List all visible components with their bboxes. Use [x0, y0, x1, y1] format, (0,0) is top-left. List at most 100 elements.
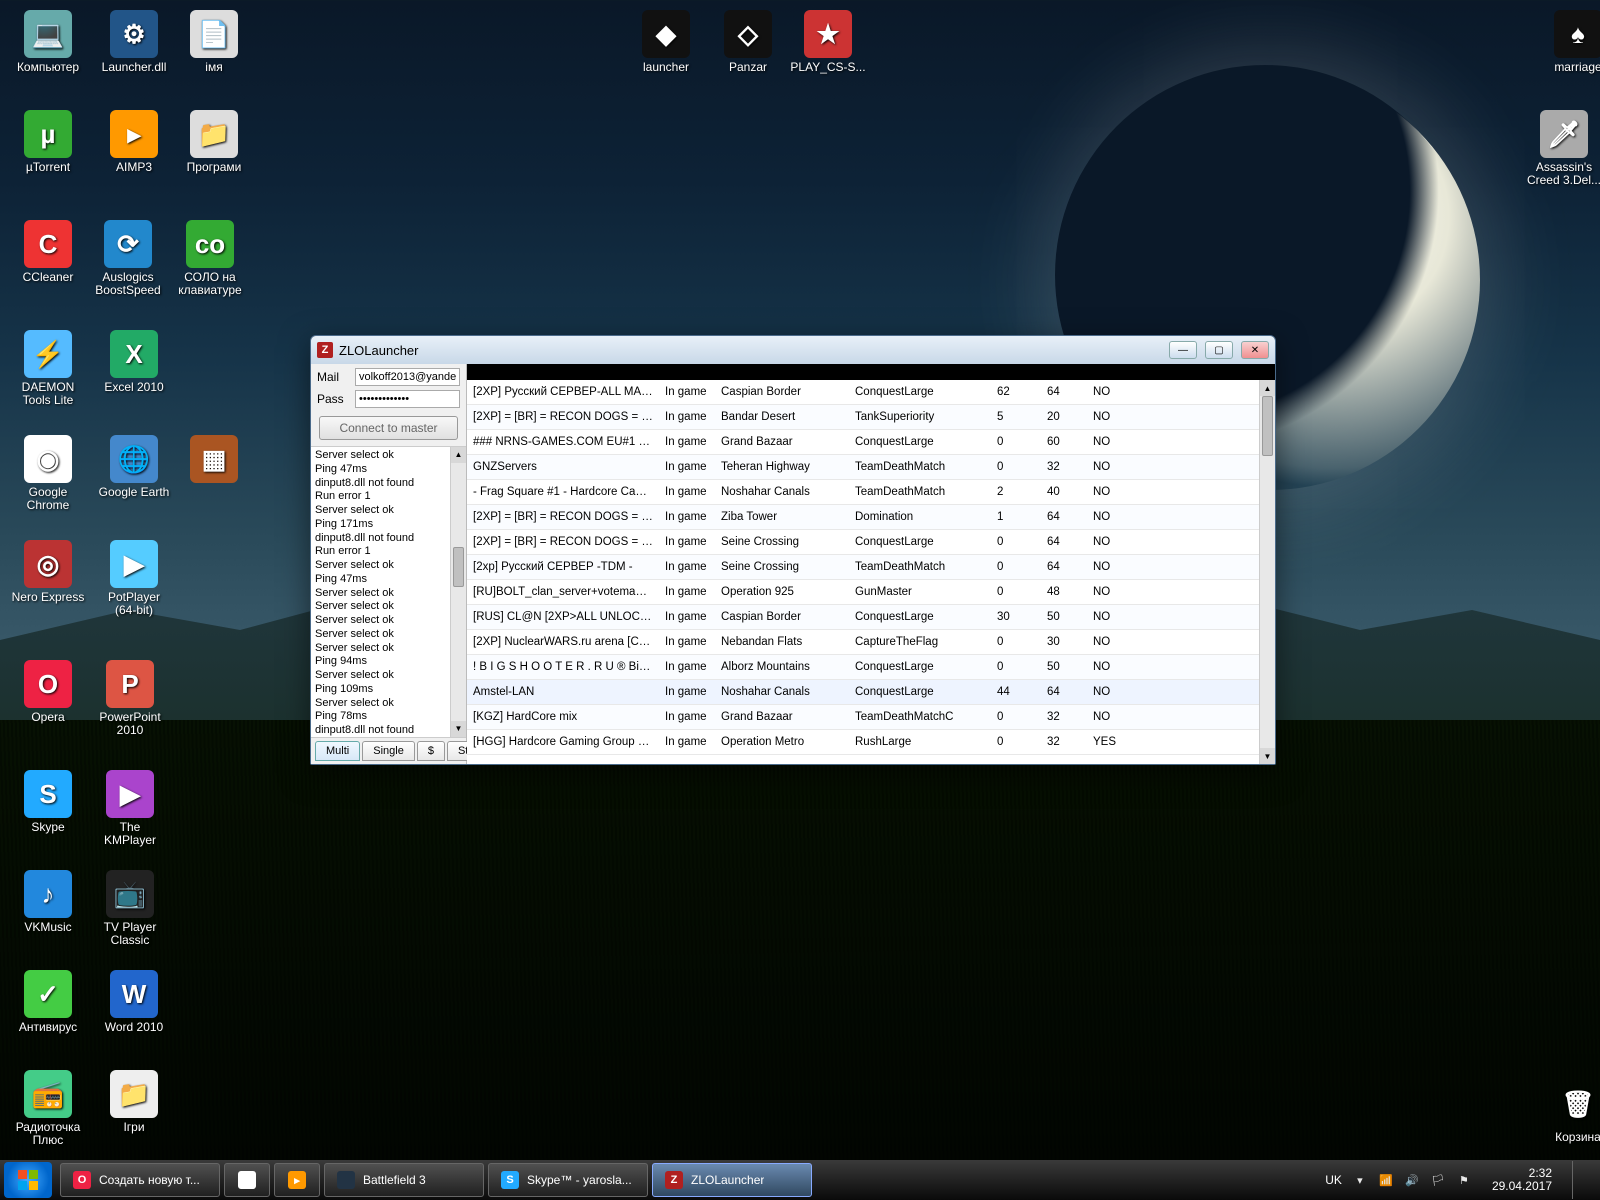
scroll-down-icon[interactable]: ▼: [1260, 748, 1275, 764]
desktop-icon[interactable]: ✓Антивирус: [10, 970, 86, 1034]
taskbar-label: Battlefield 3: [363, 1173, 426, 1187]
close-button[interactable]: ✕: [1241, 341, 1269, 359]
scroll-thumb[interactable]: [453, 547, 464, 587]
mail-label: Mail: [317, 370, 349, 384]
taskbar-button[interactable]: ◉: [224, 1163, 270, 1197]
clock[interactable]: 2:32 29.04.2017: [1482, 1167, 1558, 1193]
desktop-icon[interactable]: ▶PotPlayer (64-bit): [96, 540, 172, 617]
log-pane[interactable]: Server select okPing 47msdinput8.dll not…: [311, 446, 466, 738]
desktop-icon[interactable]: ◎Nero Express: [10, 540, 86, 604]
server-row[interactable]: [RU]BOLT_clan_server+votemap+voteIn game…: [467, 580, 1275, 605]
minimize-button[interactable]: —: [1169, 341, 1197, 359]
desktop-icon[interactable]: ◇Panzar: [710, 10, 786, 74]
tray-icon[interactable]: ▾: [1352, 1172, 1368, 1188]
desktop-icon[interactable]: XExcel 2010: [96, 330, 172, 394]
icon-label: marriage: [1540, 61, 1600, 74]
scroll-down-icon[interactable]: ▼: [451, 721, 466, 737]
server-row[interactable]: [2XP] = [BR] = RECON DOGS = SPTZ :In gam…: [467, 405, 1275, 430]
pass-input[interactable]: [355, 390, 460, 408]
server-row[interactable]: [KGZ] HardCore mixIn gameGrand BazaarTea…: [467, 705, 1275, 730]
app-icon: ▶: [110, 540, 158, 588]
server-row[interactable]: - Frag Square #1 - Hardcore Canals TDIn …: [467, 480, 1275, 505]
taskbar-button[interactable]: OСоздать новую т...: [60, 1163, 220, 1197]
tab-dollar[interactable]: $: [417, 741, 445, 761]
app-icon: ◆: [642, 10, 690, 58]
icon-label: Panzar: [710, 61, 786, 74]
taskbar-button[interactable]: SSkype™ - yarosla...: [488, 1163, 648, 1197]
grid-scrollbar[interactable]: ▲ ▼: [1259, 380, 1275, 764]
action-center-icon[interactable]: ⚑: [1456, 1172, 1472, 1188]
desktop-icon[interactable]: 🗡Assassin's Creed 3.Del...: [1526, 110, 1600, 187]
desktop-icon[interactable]: соСОЛО на клавиатуре: [172, 220, 248, 297]
maximize-button[interactable]: ▢: [1205, 341, 1233, 359]
grid-body[interactable]: [2XP] Русский СЕРВЕР-ALL MAPS-In gameCas…: [467, 380, 1275, 764]
taskbar-button[interactable]: ▸: [274, 1163, 320, 1197]
server-row[interactable]: ! B I G S H O O T E R . R U ® Big ConquI…: [467, 655, 1275, 680]
desktop-icon[interactable]: SSkype: [10, 770, 86, 834]
server-row[interactable]: [HGG] Hardcore Gaming Group - Rush/AIn g…: [467, 730, 1275, 755]
desktop-icon[interactable]: 🌐Google Earth: [96, 435, 172, 499]
show-desktop-button[interactable]: [1572, 1161, 1586, 1199]
desktop-icon[interactable]: 💻Компьютер: [10, 10, 86, 74]
server-row[interactable]: GNZServersIn gameTeheran HighwayTeamDeat…: [467, 455, 1275, 480]
taskbar-label: ZLOLauncher: [691, 1173, 764, 1187]
server-row[interactable]: [2XP] NuclearWARS.ru arena [CTF|HAIn gam…: [467, 630, 1275, 655]
desktop-icon[interactable]: 📄iмя: [176, 10, 252, 74]
desktop-icon[interactable]: 🗑Корзина: [1540, 1080, 1600, 1144]
grid-header[interactable]: [467, 364, 1275, 380]
server-row[interactable]: [2XP] = [BR] = RECON DOGS = SPTZ :In gam…: [467, 505, 1275, 530]
desktop-icon[interactable]: ♪VKMusic: [10, 870, 86, 934]
scroll-thumb[interactable]: [1262, 396, 1273, 456]
scroll-up-icon[interactable]: ▲: [451, 447, 466, 463]
desktop-icon[interactable]: WWord 2010: [96, 970, 172, 1034]
desktop-icon[interactable]: µµTorrent: [10, 110, 86, 174]
flag-icon[interactable]: 🏳: [1430, 1172, 1446, 1188]
log-scrollbar[interactable]: ▲ ▼: [450, 447, 466, 737]
desktop-icon[interactable]: 📁Ігри: [96, 1070, 172, 1134]
desktop-icon[interactable]: PPowerPoint 2010: [92, 660, 168, 737]
desktop-icon[interactable]: 📻Радиоточка Плюс: [10, 1070, 86, 1147]
icon-label: DAEMON Tools Lite: [10, 381, 86, 407]
app-icon: ★: [804, 10, 852, 58]
desktop-icon[interactable]: ◆launcher: [628, 10, 704, 74]
desktop-icon[interactable]: ⟳Auslogics BoostSpeed: [90, 220, 166, 297]
server-row[interactable]: ### NRNS-GAMES.COM EU#1 VOTEKIn gameGran…: [467, 430, 1275, 455]
desktop-icon[interactable]: 📁Програми: [176, 110, 252, 174]
titlebar[interactable]: Z ZLOLauncher — ▢ ✕: [311, 336, 1275, 364]
tab-multi[interactable]: Multi: [315, 741, 360, 761]
taskbar-button[interactable]: Z ZLOLauncher: [652, 1163, 812, 1197]
server-row[interactable]: Amstel-LANIn gameNoshahar CanalsConquest…: [467, 680, 1275, 705]
mail-input[interactable]: [355, 368, 460, 386]
desktop-icon[interactable]: ♠marriage: [1540, 10, 1600, 74]
desktop-icon[interactable]: OOpera: [10, 660, 86, 724]
language-indicator[interactable]: UK: [1325, 1173, 1342, 1187]
desktop-icon[interactable]: ▶The KMPlayer: [92, 770, 168, 847]
taskbar-app-icon: Z: [665, 1171, 683, 1189]
log-line: Server select ok: [315, 628, 462, 642]
desktop-icon[interactable]: 📺TV Player Classic: [92, 870, 168, 947]
log-line: Server select ok: [315, 697, 462, 711]
desktop-icon[interactable]: ▸AIMP3: [96, 110, 172, 174]
server-row[interactable]: [2XP] = [BR] = RECON DOGS = SPTZ :In gam…: [467, 530, 1275, 555]
taskbar-app-icon: ◉: [238, 1171, 256, 1189]
desktop-icon[interactable]: ⚡ DAEMON Tools Lite: [10, 330, 86, 407]
desktop-icon[interactable]: CCCleaner: [10, 220, 86, 284]
desktop-icon[interactable]: ★PLAY_CS-S...: [790, 10, 866, 74]
server-row[interactable]: [2xp] Русский СЕРВЕР -TDM -In gameSeine …: [467, 555, 1275, 580]
app-icon: 📻: [24, 1070, 72, 1118]
volume-icon[interactable]: 🔊: [1404, 1172, 1420, 1188]
network-icon[interactable]: 📶: [1378, 1172, 1394, 1188]
app-icon: ⚡: [24, 330, 72, 378]
scroll-up-icon[interactable]: ▲: [1260, 380, 1275, 396]
app-icon: ▸: [110, 110, 158, 158]
connect-button[interactable]: Connect to master: [319, 416, 458, 440]
desktop-icon[interactable]: ⚙Launcher.dll: [96, 10, 172, 74]
log-line: Server select ok: [315, 642, 462, 656]
desktop-icon[interactable]: ▦: [176, 435, 252, 486]
desktop-icon[interactable]: ◉Google Chrome: [10, 435, 86, 512]
start-button[interactable]: [4, 1162, 52, 1198]
tab-single[interactable]: Single: [362, 741, 415, 761]
server-row[interactable]: [2XP] Русский СЕРВЕР-ALL MAPS-In gameCas…: [467, 380, 1275, 405]
server-row[interactable]: [RUS] CL@N [2XP>ALL UNLOCKED>AIIn gameCa…: [467, 605, 1275, 630]
taskbar-button[interactable]: Battlefield 3: [324, 1163, 484, 1197]
